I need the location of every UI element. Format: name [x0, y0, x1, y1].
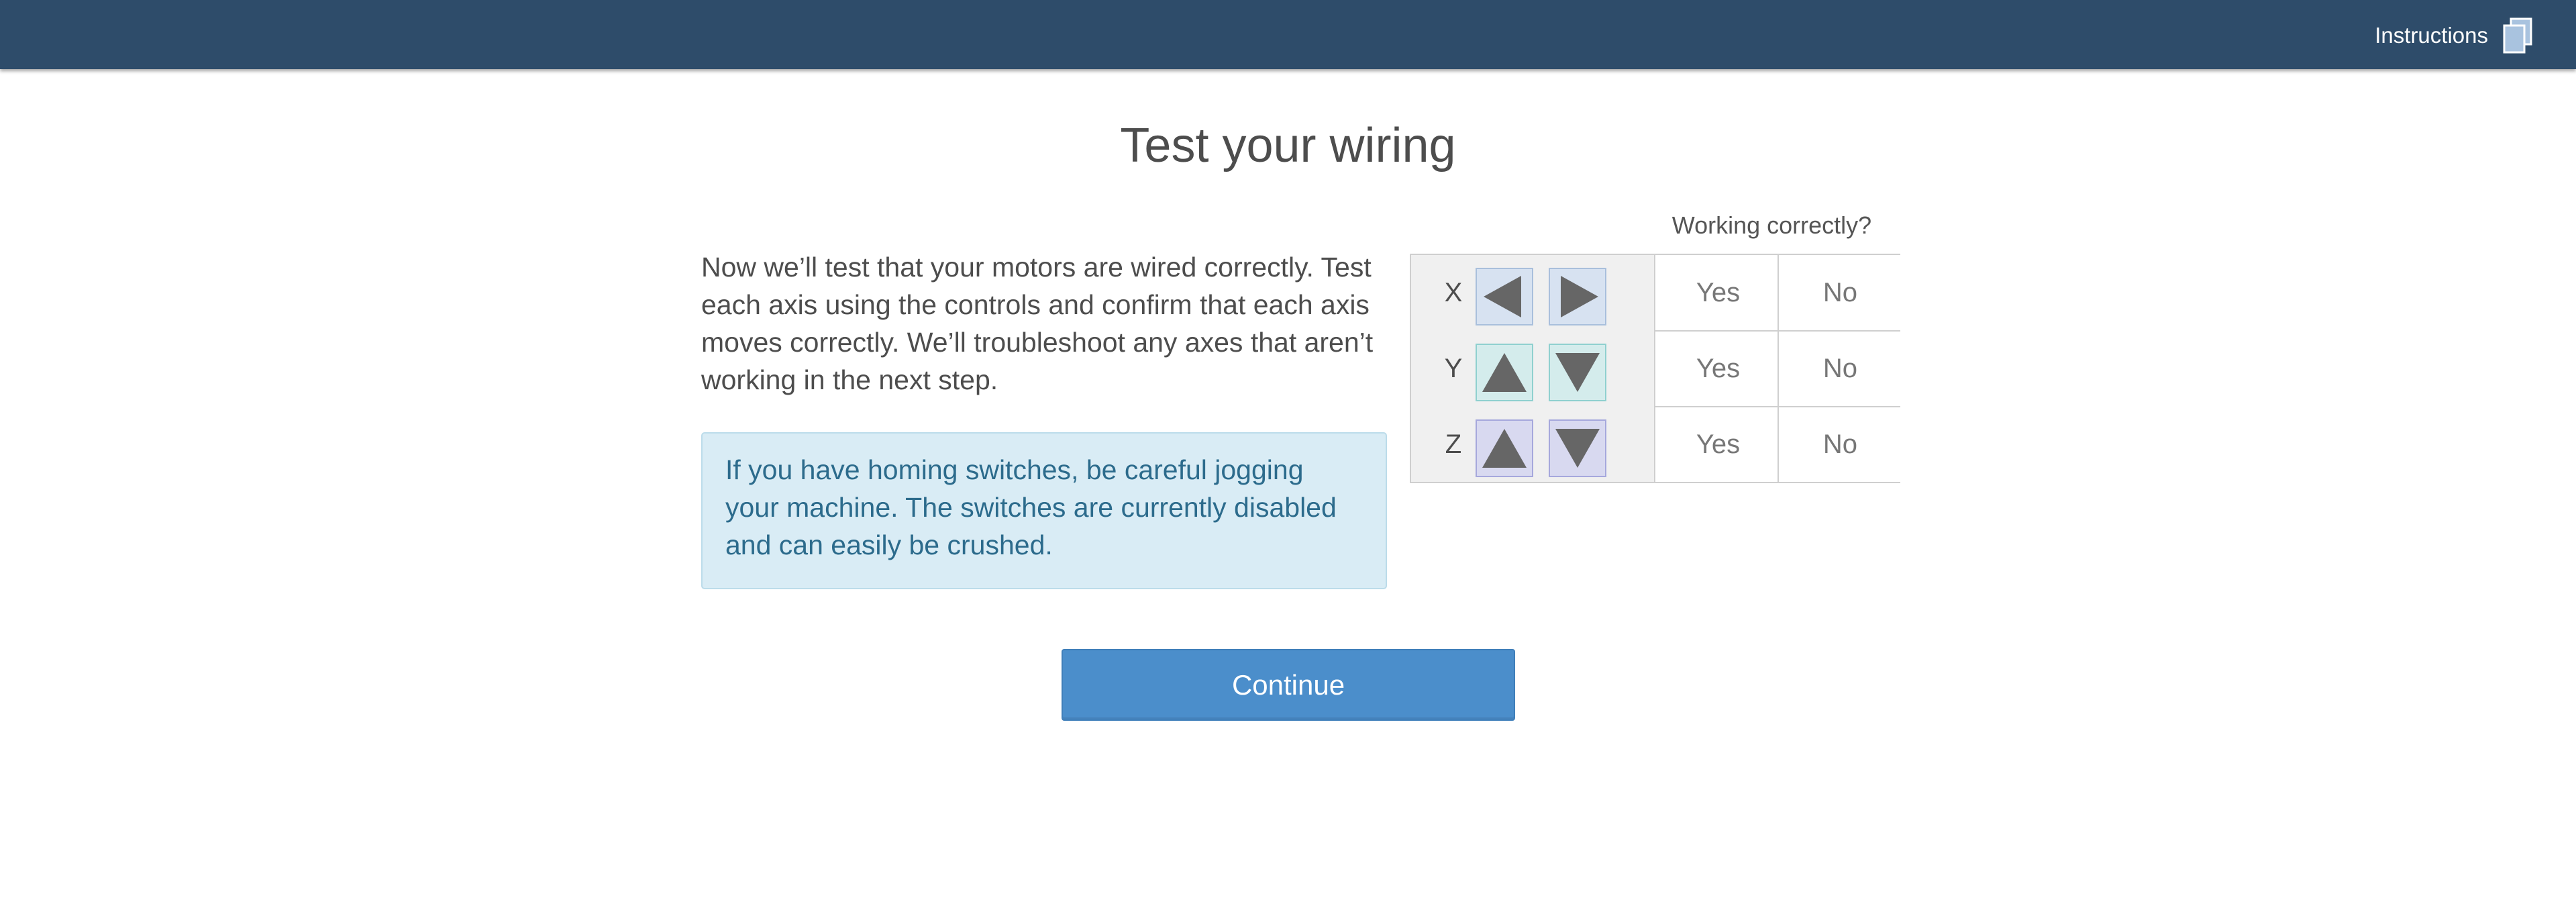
axis-label-z: Z: [1445, 429, 1462, 459]
homing-warning-notice: If you have homing switches, be careful …: [701, 432, 1387, 589]
arrow-up-icon: [1482, 429, 1527, 468]
y-yes-button[interactable]: Yes: [1657, 331, 1780, 406]
top-bar: Instructions: [0, 0, 2576, 69]
page-title: Test your wiring: [1120, 119, 1456, 172]
instructions-label: Instructions: [2375, 23, 2488, 48]
axis-row-x: X: [1411, 255, 1655, 330]
working-correctly-header: Working correctly?: [1671, 211, 1872, 239]
axis-test-table: X Yes No Y Yes No Z Yes No: [1410, 254, 1902, 483]
x-no-button[interactable]: No: [1779, 255, 1902, 330]
arrow-down-icon: [1555, 429, 1600, 468]
arrow-left-icon: [1484, 276, 1521, 317]
arrow-right-icon: [1561, 276, 1598, 317]
arrow-up-icon: [1482, 353, 1527, 392]
axis-label-y: Y: [1444, 353, 1463, 383]
jog-y-up-button[interactable]: [1476, 344, 1533, 401]
jog-z-down-button[interactable]: [1549, 419, 1606, 477]
axis-label-x: X: [1444, 277, 1463, 307]
z-yes-button[interactable]: Yes: [1657, 407, 1780, 482]
jog-z-up-button[interactable]: [1476, 419, 1533, 477]
instructions-button[interactable]: Instructions: [2375, 17, 2534, 54]
intro-text: Now we’ll test that your motors are wire…: [701, 252, 1374, 395]
jog-y-down-button[interactable]: [1549, 344, 1606, 401]
jog-x-right-button[interactable]: [1549, 268, 1606, 325]
y-no-button[interactable]: No: [1779, 331, 1902, 406]
x-yes-button[interactable]: Yes: [1657, 255, 1780, 330]
axis-row-y: Y: [1411, 331, 1655, 406]
axis-row-z: Z: [1411, 407, 1655, 482]
jog-x-left-button[interactable]: [1476, 268, 1533, 325]
z-no-button[interactable]: No: [1779, 407, 1902, 482]
column-divider: [1778, 255, 1779, 482]
documents-icon: [2503, 17, 2532, 54]
arrow-down-icon: [1555, 353, 1600, 392]
continue-button[interactable]: Continue: [1062, 649, 1515, 721]
